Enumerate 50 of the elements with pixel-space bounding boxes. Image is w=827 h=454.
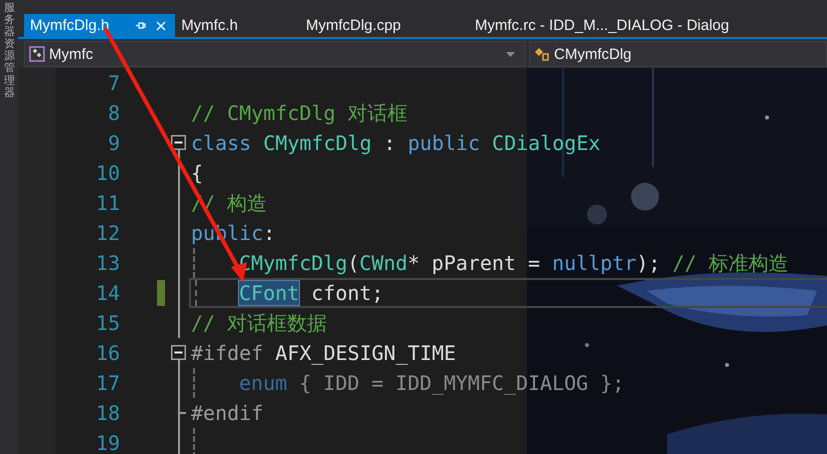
pin-icon[interactable]	[135, 20, 146, 31]
code-text: // CMymfcDlg 对话框	[191, 100, 408, 126]
code-text: (	[347, 251, 360, 275]
code-text: // 对话框数据	[191, 310, 328, 336]
code-text: CMymfcDlg	[263, 131, 372, 155]
project-icon	[29, 46, 45, 62]
code-text: CWnd	[359, 251, 408, 275]
line-number: 12	[94, 221, 120, 245]
line-number: 13	[94, 251, 120, 275]
scope-dropdown[interactable]: CMymfcDlg	[529, 41, 827, 67]
code-text: nullptr	[552, 251, 636, 275]
code-text: class	[191, 131, 252, 155]
line-number: 14	[94, 281, 120, 305]
class-icon	[534, 46, 550, 62]
side-panel-tab[interactable]: 服务器资源管理器	[0, 0, 18, 99]
line-number: 9	[106, 131, 120, 155]
caret-icon	[506, 52, 515, 56]
file-tab[interactable]: MymfcDlg.h	[24, 14, 176, 37]
code-text: );	[636, 251, 662, 275]
file-tab[interactable]: Mymfc.h	[175, 14, 300, 37]
code-text: :	[263, 221, 276, 245]
line-number: 8	[106, 101, 120, 125]
line-number: 15	[94, 311, 120, 335]
code-text: cfont;	[310, 281, 384, 305]
code-text: * pParent =	[408, 251, 542, 275]
file-tab[interactable]: Mymfc.rc - IDD_M..._DIALOG - Dialog	[468, 14, 736, 37]
line-number: 16	[94, 341, 120, 365]
code-text: :	[382, 131, 397, 155]
code-text: public	[408, 131, 481, 155]
selected-text: CFont	[239, 281, 300, 305]
code-text: #endif	[191, 401, 264, 425]
code-text: {	[191, 161, 204, 185]
code-text: CDialogEx	[492, 131, 600, 155]
code-text: #ifdef	[191, 341, 264, 365]
line-number: 10	[94, 161, 120, 185]
collapse-icon[interactable]	[171, 135, 186, 150]
code-text: AFX_DESIGN_TIME	[274, 341, 456, 365]
collapse-icon[interactable]	[171, 345, 186, 360]
code-text: enum	[239, 371, 288, 395]
line-number: 11	[94, 191, 120, 215]
line-number: 18	[94, 401, 120, 425]
code-text: { IDD = IDD_MYMFC_DIALOG };	[298, 371, 624, 395]
code-text: CMymfcDlg	[239, 251, 348, 275]
project-dropdown[interactable]: Mymfc	[24, 41, 526, 67]
line-number: 17	[94, 371, 120, 395]
line-number: 7	[106, 71, 120, 95]
code-text: // 标准构造	[672, 250, 789, 276]
close-icon[interactable]	[156, 20, 166, 30]
line-number: 19	[94, 431, 120, 454]
file-tab[interactable]: MymfcDlg.cpp	[300, 14, 469, 37]
